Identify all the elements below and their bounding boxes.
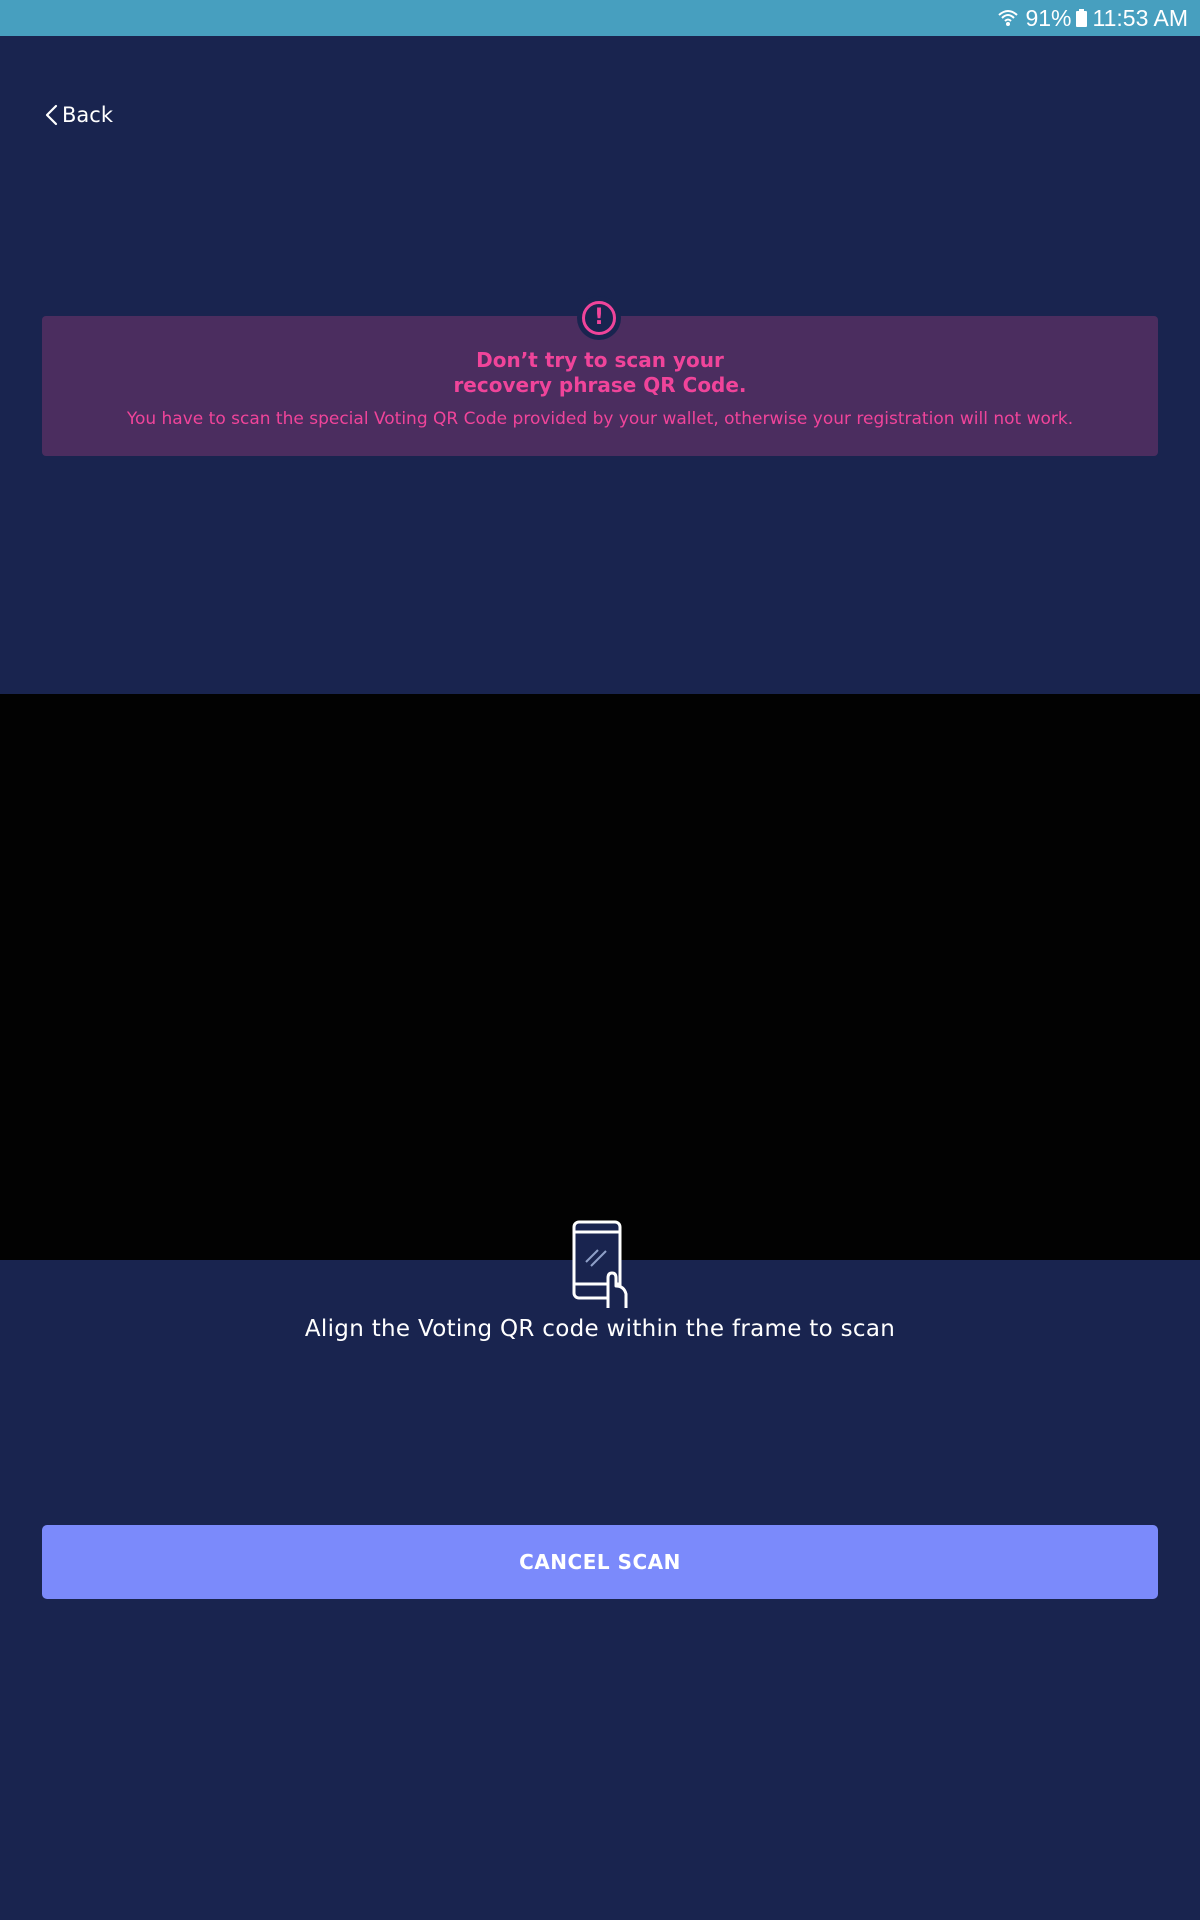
status-bar: 91% 11:53 AM — [0, 0, 1200, 36]
wifi-icon — [998, 10, 1019, 26]
battery-icon — [1075, 9, 1087, 27]
scan-instruction: Align the Voting QR code within the fram… — [304, 1316, 896, 1342]
exclamation-icon: ! — [577, 296, 621, 340]
chevron-left-icon — [45, 104, 58, 126]
back-button[interactable]: Back — [44, 98, 113, 132]
back-label: Back — [62, 103, 113, 127]
phone-scan-icon — [572, 1220, 628, 1308]
warning-title: Don’t try to scan your recovery phrase Q… — [453, 348, 747, 397]
cancel-scan-button[interactable]: CANCEL SCAN — [42, 1525, 1158, 1599]
camera-viewfinder — [0, 694, 1200, 1260]
status-time: 11:53 AM — [1092, 4, 1188, 31]
battery-percent: 91% — [1025, 4, 1072, 31]
warning-text: You have to scan the special Voting QR C… — [126, 409, 1074, 429]
